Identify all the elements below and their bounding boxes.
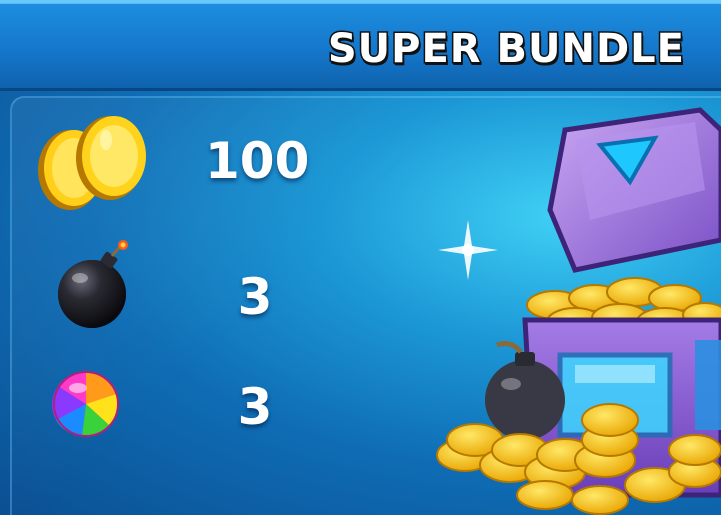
treasure-chest-icon bbox=[436, 107, 721, 515]
coins-quantity: 100 bbox=[205, 132, 310, 190]
bundle-header: SUPER BUNDLE bbox=[0, 0, 721, 91]
coins-icon bbox=[38, 116, 146, 210]
rainbow-candy-icon bbox=[52, 371, 119, 437]
bundle-item-bomb: 3 bbox=[0, 240, 320, 340]
bundle-item-coins: 100 bbox=[0, 112, 320, 212]
bomb-quantity: 3 bbox=[237, 268, 273, 326]
bundle-card[interactable]: SUPER BUNDLE 100 3 3 bbox=[0, 0, 721, 515]
bomb-icon bbox=[58, 240, 128, 328]
bundle-title: SUPER BUNDLE bbox=[326, 25, 685, 74]
candy-quantity: 3 bbox=[237, 378, 273, 436]
bundle-item-rainbow-candy: 3 bbox=[0, 360, 320, 460]
header-shine bbox=[0, 0, 721, 4]
